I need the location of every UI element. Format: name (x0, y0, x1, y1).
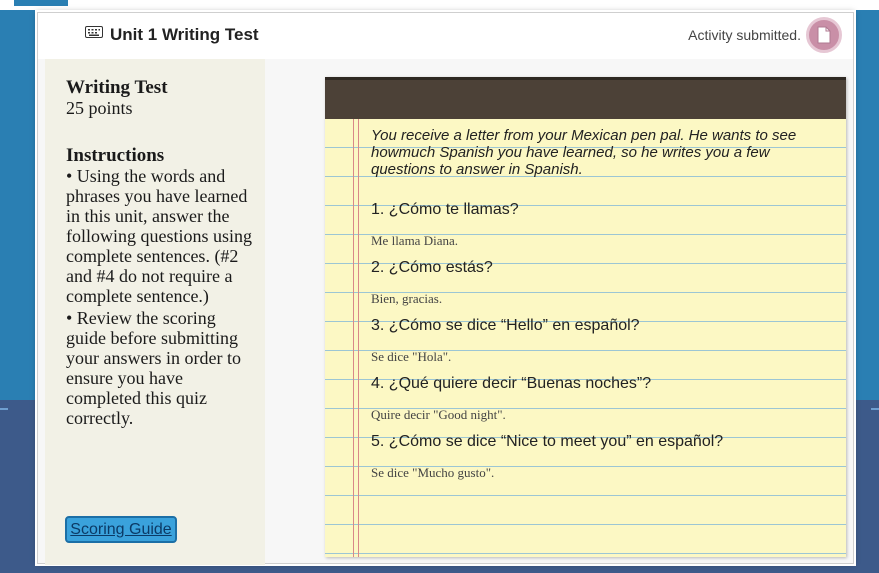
margin-line (353, 119, 354, 557)
question-text: 5. ¿Cómo se dice “Nice to meet you” en e… (371, 433, 724, 450)
notebook-header-rim (325, 77, 846, 80)
instruction-bullet: • Using the words and phrases you have l… (66, 166, 253, 306)
top-strip (0, 0, 879, 10)
answer-text[interactable]: Quire decir "Good night". (371, 407, 506, 423)
edge-mark-left (0, 408, 8, 410)
question-text: 3. ¿Cómo se dice “Hello” en español? (371, 317, 640, 334)
prompt-intro: You receive a letter from your Mexican p… (371, 127, 797, 178)
test-summary: Writing Test 25 points (66, 77, 168, 118)
answer-text[interactable]: Me llama Diana. (371, 233, 458, 249)
answer-text[interactable]: Se dice "Hola". (371, 349, 451, 365)
notebook-header (325, 77, 846, 119)
test-heading: Writing Test (66, 77, 168, 98)
status-text: Activity submitted. (688, 27, 801, 43)
answer-text[interactable]: Se dice "Mucho gusto". (371, 465, 494, 481)
document-icon (817, 26, 831, 44)
points-text: 25 points (66, 98, 133, 118)
instruction-bullet: • Review the scoring guide before submit… (66, 308, 241, 428)
margin-line (358, 119, 359, 557)
ruled-lines (325, 119, 846, 557)
notebook-paper: You receive a letter from your Mexican p… (325, 77, 846, 557)
activity-frame: Unit 1 Writing Test Activity submitted. … (37, 12, 854, 565)
question-text: 1. ¿Cómo te llamas? (371, 201, 519, 218)
instructions-sidebar: Writing Test 25 points Instructions • Us… (45, 59, 265, 565)
page-title: Unit 1 Writing Test (110, 25, 259, 44)
question-text: 2. ¿Cómo estás? (371, 259, 493, 276)
status-badge (806, 17, 842, 53)
scoring-guide-button[interactable]: Scoring Guide (65, 516, 177, 543)
instructions-heading: Instructions (66, 145, 165, 166)
activity-header: Unit 1 Writing Test Activity submitted. (38, 13, 853, 59)
top-tab (14, 0, 68, 6)
question-text: 4. ¿Qué quiere decir “Buenas noches”? (371, 375, 652, 392)
keyboard-icon (85, 26, 103, 38)
answer-text[interactable]: Bien, gracias. (371, 291, 442, 307)
instructions-block: Instructions • Using the words and phras… (66, 145, 256, 428)
edge-mark-right (871, 408, 879, 410)
